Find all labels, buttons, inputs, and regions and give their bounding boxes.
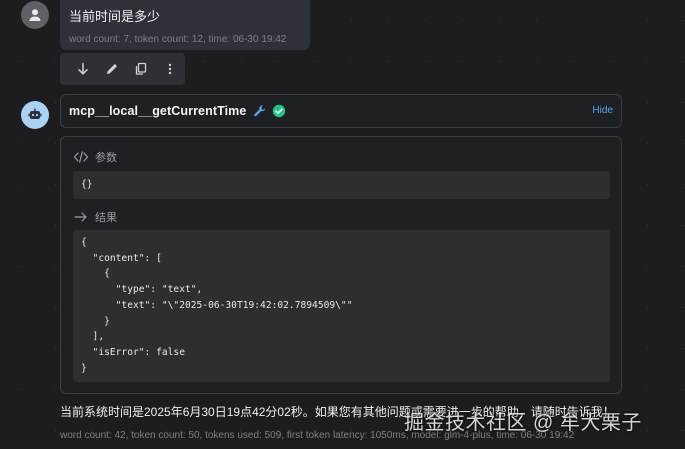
hide-button[interactable]: Hide	[592, 105, 613, 116]
arrow-right-icon	[74, 212, 87, 222]
user-message-text: 当前时间是多少	[69, 9, 161, 24]
copy-icon	[135, 62, 147, 75]
params-label: 参数	[95, 152, 117, 164]
message-actions-toolbar	[60, 53, 185, 85]
tool-name: mcp__local__getCurrentTime	[69, 104, 247, 118]
wrench-icon	[254, 105, 266, 117]
more-button[interactable]	[156, 54, 185, 84]
bot-avatar	[21, 101, 49, 129]
watermark: 掘金技术社区 @ 牟大栗子	[404, 412, 642, 434]
user-message-meta: word count: 7, token count: 12, time: 06…	[69, 34, 287, 45]
copy-button[interactable]	[127, 54, 156, 84]
user-message-bubble: 当前时间是多少 word count: 7, token count: 12, …	[60, 0, 310, 50]
params-code: {}	[73, 171, 610, 199]
edit-button[interactable]	[97, 54, 126, 84]
code-icon	[73, 151, 89, 163]
result-code: { "content": [ { "type": "text", "text":…	[73, 230, 610, 382]
result-label: 结果	[95, 212, 117, 224]
download-button[interactable]	[68, 54, 97, 84]
more-icon	[169, 63, 172, 75]
check-circle-icon	[273, 104, 286, 118]
edit-icon	[106, 64, 117, 74]
user-avatar	[21, 1, 49, 29]
result-section-label: 结果	[73, 209, 117, 225]
robot-icon	[28, 108, 42, 119]
tool-call-header: mcp__local__getCurrentTime Hide	[60, 94, 622, 128]
download-icon	[77, 62, 88, 75]
tool-call-panel: 参数 {} 结果 { "content": [ { "type": "text"…	[60, 136, 622, 394]
person-icon	[29, 9, 41, 21]
params-section-label: 参数	[73, 149, 117, 165]
